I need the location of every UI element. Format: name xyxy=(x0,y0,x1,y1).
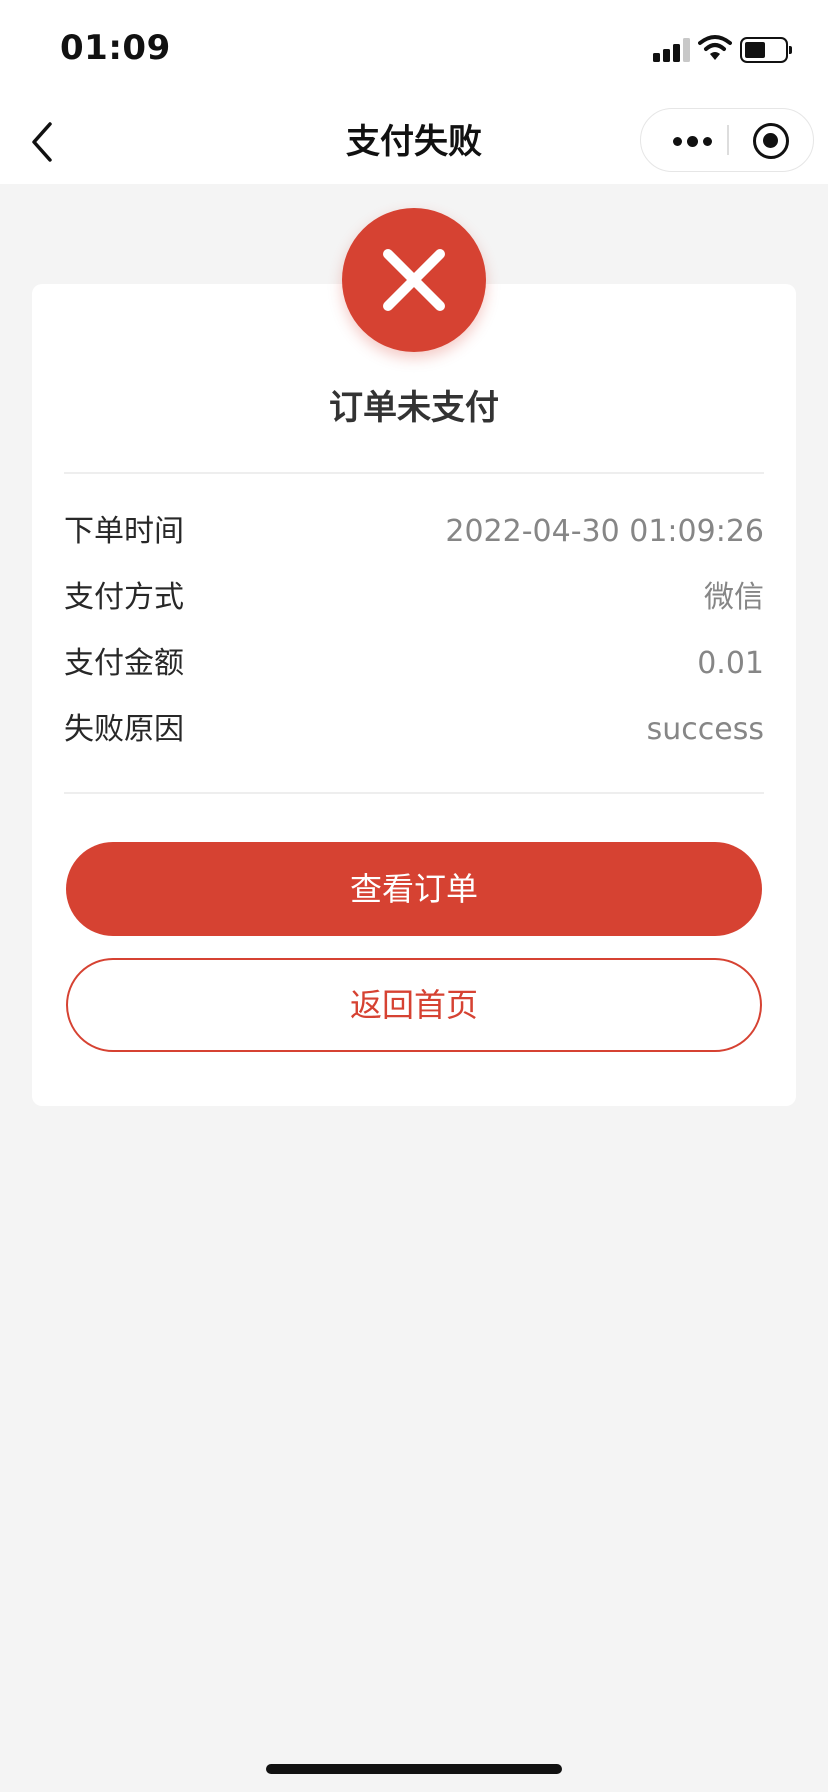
cellular-signal-icon xyxy=(653,38,691,62)
status-bar-time: 01:09 xyxy=(60,28,171,68)
detail-label: 失败原因 xyxy=(64,712,184,747)
detail-row-order-time: 下单时间 2022-04-30 01:09:26 xyxy=(64,510,764,554)
result-title: 订单未支付 xyxy=(329,388,499,428)
detail-label: 下单时间 xyxy=(64,514,184,549)
wifi-icon xyxy=(698,35,732,60)
detail-row-failure-reason: 失败原因 success xyxy=(64,708,764,752)
detail-row-payment-method: 支付方式 微信 xyxy=(64,576,764,620)
home-indicator xyxy=(266,1764,562,1774)
miniprogram-capsule xyxy=(640,108,814,172)
detail-value: 微信 xyxy=(704,580,764,615)
view-order-button[interactable]: 查看订单 xyxy=(66,842,762,936)
detail-label: 支付金额 xyxy=(64,646,184,681)
capsule-divider xyxy=(727,125,729,155)
divider xyxy=(64,472,764,474)
payment-failed-badge xyxy=(342,208,486,352)
more-dots-icon[interactable] xyxy=(667,109,727,171)
close-x-icon xyxy=(383,249,445,311)
battery-icon xyxy=(740,37,792,63)
detail-value: success xyxy=(646,712,764,747)
detail-value: 2022-04-30 01:09:26 xyxy=(445,514,764,549)
divider xyxy=(64,792,764,794)
detail-value: 0.01 xyxy=(697,646,764,681)
detail-row-payment-amount: 支付金额 0.01 xyxy=(64,642,764,686)
header: 01:09 支付失败 xyxy=(0,0,828,184)
target-circle-icon[interactable] xyxy=(753,123,789,159)
detail-label: 支付方式 xyxy=(64,580,184,615)
back-home-button[interactable]: 返回首页 xyxy=(66,958,762,1052)
